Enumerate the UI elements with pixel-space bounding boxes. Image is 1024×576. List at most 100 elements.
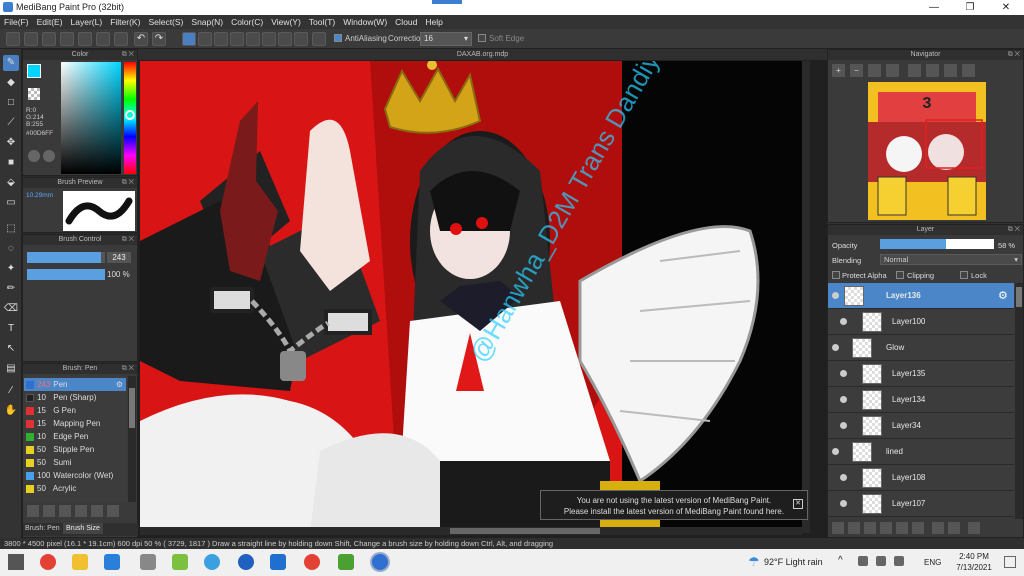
operation-tool-icon[interactable]: ↖ xyxy=(3,341,19,357)
menu-file[interactable]: File(F) xyxy=(0,15,33,29)
scrollbar-thumb[interactable] xyxy=(450,528,600,534)
hand-tool-icon[interactable]: ✋ xyxy=(3,403,19,419)
tab-brush-pen[interactable]: Brush: Pen xyxy=(25,525,60,532)
brush-size-slider[interactable] xyxy=(27,252,105,263)
panel-close-icon[interactable]: ⧉ ✕ xyxy=(122,364,134,374)
layer-row[interactable]: Layer100 xyxy=(828,309,1014,335)
folder-icon[interactable] xyxy=(912,522,924,534)
layer-row[interactable]: Layer107 xyxy=(828,491,1014,517)
scrollbar-thumb[interactable] xyxy=(1016,287,1022,307)
bucket-tool-icon[interactable]: ⬙ xyxy=(3,175,19,191)
close-icon[interactable]: ✕ xyxy=(793,499,803,509)
open-icon[interactable] xyxy=(24,32,38,46)
new-halftone-layer-icon[interactable] xyxy=(848,522,860,534)
canvas-hscrollbar[interactable] xyxy=(140,527,802,535)
panel-close-icon[interactable]: ⧉ ✕ xyxy=(1008,50,1020,60)
layer-opacity-slider[interactable] xyxy=(880,239,994,249)
new-brush-icon[interactable] xyxy=(43,505,55,517)
eye-icon[interactable] xyxy=(832,448,839,455)
add-layer-menu-icon[interactable] xyxy=(896,522,908,534)
export-icon[interactable] xyxy=(60,32,74,46)
chrome-icon[interactable] xyxy=(304,554,320,570)
blending-select[interactable]: Normal ▾ xyxy=(880,254,1022,265)
clock-time[interactable]: 2:40 PM xyxy=(956,552,992,561)
soft-edge-checkbox[interactable] xyxy=(478,34,486,42)
gear-icon[interactable]: ⚙ xyxy=(998,289,1008,302)
document-tab[interactable]: DAXAB.org.mdp xyxy=(138,49,827,60)
delete-layer-icon[interactable] xyxy=(968,522,980,534)
brush-tool-icon[interactable]: ✎ xyxy=(3,55,19,71)
actual-size-icon[interactable] xyxy=(886,64,899,77)
photos-icon[interactable] xyxy=(270,554,286,570)
clock-date[interactable]: 7/13/2021 xyxy=(952,563,996,572)
correction-select[interactable]: 16 ▾ xyxy=(420,32,472,46)
brush-list-scrollbar[interactable] xyxy=(128,376,136,502)
menu-help[interactable]: Help xyxy=(421,15,446,29)
tab-brush-size[interactable]: Brush Size xyxy=(63,523,103,534)
select-pen-icon[interactable]: ✏ xyxy=(3,281,19,297)
fill-rect-tool-icon[interactable]: ■ xyxy=(3,155,19,171)
eye-icon[interactable] xyxy=(832,344,839,351)
brush-item[interactable]: 50 Sumi xyxy=(24,456,126,469)
lasso-tool-icon[interactable]: ◌ xyxy=(3,241,19,257)
brush-item[interactable]: 10 Edge Pen xyxy=(24,430,126,443)
eye-icon[interactable] xyxy=(840,422,847,429)
weather-text[interactable]: 92°F Light rain xyxy=(764,557,823,567)
notification-icon[interactable] xyxy=(1004,556,1016,568)
select-tool-icon[interactable]: ⬚ xyxy=(3,221,19,237)
folder-icon[interactable] xyxy=(91,505,103,517)
eye-icon[interactable] xyxy=(832,292,839,299)
copy-brush-icon[interactable] xyxy=(59,505,71,517)
move-tool-icon[interactable]: ✥ xyxy=(3,135,19,151)
ruler-icon[interactable] xyxy=(312,32,326,46)
layer-row[interactable]: lined xyxy=(828,439,1014,465)
brush-item[interactable]: 15 G Pen xyxy=(24,404,126,417)
new-8bit-layer-icon[interactable] xyxy=(864,522,876,534)
menu-tool[interactable]: Tool(T) xyxy=(305,15,339,29)
color-history-icon[interactable] xyxy=(43,150,55,162)
brush-item[interactable]: 100 Watercolor (Wet) xyxy=(24,469,126,482)
eye-icon[interactable] xyxy=(840,474,847,481)
magic-wand-icon[interactable]: ✦ xyxy=(3,261,19,277)
app-icon[interactable] xyxy=(238,554,254,570)
divide-tool-icon[interactable]: ▤ xyxy=(3,361,19,377)
brush-item[interactable]: 50 Stipple Pen xyxy=(24,443,126,456)
layer-row[interactable]: Glow xyxy=(828,335,1014,361)
circle-snap-icon[interactable] xyxy=(262,32,276,46)
zoom-in-icon[interactable]: + xyxy=(832,64,845,77)
new-layer-icon[interactable] xyxy=(832,522,844,534)
layer-row[interactable]: Layer134 xyxy=(828,387,1014,413)
menu-view[interactable]: View(Y) xyxy=(267,15,305,29)
brush-size-value[interactable]: 243 xyxy=(107,252,131,263)
brush-item[interactable]: 10 Pen (Sharp) xyxy=(24,391,126,404)
dot-tool-icon[interactable]: □ xyxy=(3,95,19,111)
panel-close-icon[interactable]: ⧉ ✕ xyxy=(122,235,134,245)
maximize-icon[interactable]: ❐ xyxy=(952,0,988,15)
eye-icon[interactable] xyxy=(840,500,847,507)
text-tool-icon[interactable]: T xyxy=(3,321,19,337)
flip-icon[interactable] xyxy=(962,64,975,77)
menu-cloud[interactable]: Cloud xyxy=(391,15,421,29)
palette-icon[interactable] xyxy=(28,150,40,162)
minimize-icon[interactable]: — xyxy=(916,0,952,15)
layer-row[interactable]: Layer34 xyxy=(828,413,1014,439)
eye-icon[interactable] xyxy=(840,318,847,325)
app-icon[interactable] xyxy=(104,554,120,570)
hue-handle[interactable] xyxy=(125,110,135,120)
menu-color[interactable]: Color(C) xyxy=(227,15,267,29)
menu-select[interactable]: Select(S) xyxy=(144,15,187,29)
settings-icon[interactable] xyxy=(96,32,110,46)
select-eraser-icon[interactable]: ⌫ xyxy=(3,301,19,317)
start-icon[interactable] xyxy=(8,554,24,570)
app-icon[interactable] xyxy=(338,554,354,570)
duplicate-layer-icon[interactable] xyxy=(932,522,944,534)
menu-window[interactable]: Window(W) xyxy=(339,15,391,29)
eraser-tool-icon[interactable]: ◆ xyxy=(3,75,19,91)
panel-close-icon[interactable]: ⧉ ✕ xyxy=(1008,225,1020,235)
app-icon[interactable] xyxy=(140,554,156,570)
reset-rotation-icon[interactable] xyxy=(926,64,939,77)
brush-item[interactable]: 50 Acrylic xyxy=(24,482,126,495)
language-indicator[interactable]: ENG xyxy=(924,558,941,567)
menu-filter[interactable]: Filter(K) xyxy=(106,15,144,29)
menu-layer[interactable]: Layer(L) xyxy=(67,15,107,29)
